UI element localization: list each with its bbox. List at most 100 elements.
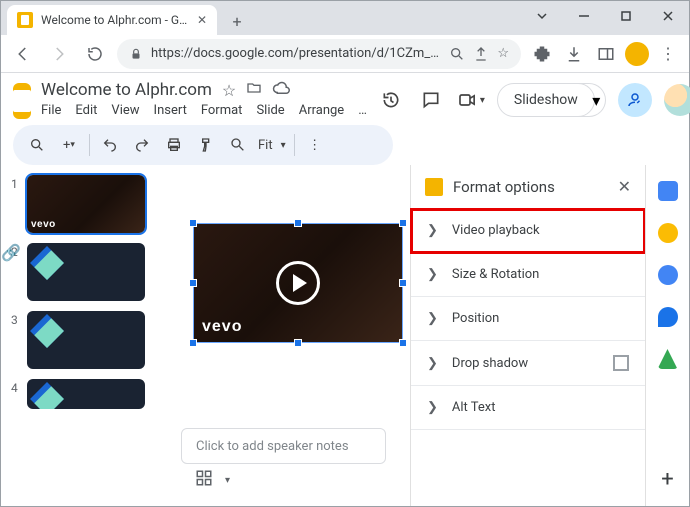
zoom-tool-icon[interactable] xyxy=(226,133,250,157)
grid-view-icon[interactable] xyxy=(195,469,213,491)
undo-icon[interactable] xyxy=(98,133,122,157)
resize-handle[interactable] xyxy=(399,219,407,227)
reload-button[interactable] xyxy=(81,40,109,68)
zoom-level[interactable]: Fit xyxy=(258,138,273,153)
row-label: Video playback xyxy=(452,223,540,238)
menu-edit[interactable]: Edit xyxy=(75,103,97,118)
close-panel-icon[interactable]: ✕ xyxy=(618,177,631,196)
bottom-bar: ▾ xyxy=(181,464,398,496)
format-options-title: Format options xyxy=(453,178,555,196)
url-text: https://docs.google.com/presentation/d/1… xyxy=(151,46,441,61)
tasks-icon[interactable] xyxy=(658,265,678,285)
slide-thumb-2[interactable]: 2 xyxy=(11,243,145,301)
menu-more[interactable]: … xyxy=(358,103,367,118)
history-icon[interactable] xyxy=(377,86,405,114)
tab-title: Welcome to Alphr.com - Google xyxy=(41,13,189,27)
drop-shadow-checkbox[interactable] xyxy=(613,355,629,371)
doc-title[interactable]: Welcome to Alphr.com xyxy=(41,80,212,100)
paint-format-icon[interactable] xyxy=(194,133,218,157)
search-in-page-icon[interactable] xyxy=(449,46,465,62)
resize-handle[interactable] xyxy=(294,339,302,347)
row-label: Alt Text xyxy=(452,400,496,415)
side-panel-icon[interactable] xyxy=(593,41,619,67)
video-playback-row[interactable]: ❯ Video playback xyxy=(411,209,645,253)
share-page-icon[interactable] xyxy=(473,46,489,62)
contacts-icon[interactable] xyxy=(658,307,678,327)
add-addon-icon[interactable]: + xyxy=(661,467,673,506)
resize-handle[interactable] xyxy=(189,279,197,287)
alt-text-row[interactable]: ❯ Alt Text xyxy=(411,386,645,430)
drop-shadow-row[interactable]: ❯ Drop shadow xyxy=(411,341,645,386)
header-actions: ▾ Slideshow ▾ xyxy=(377,79,690,117)
comments-icon[interactable] xyxy=(417,86,445,114)
workspace: 🔗 1 vevo 2 3 4 vevo xyxy=(1,165,689,506)
chevron-right-icon: ❯ xyxy=(427,267,438,282)
cloud-status-icon[interactable] xyxy=(272,79,290,101)
new-slide-icon[interactable]: +▾ xyxy=(57,133,81,157)
speaker-notes[interactable]: Click to add speaker notes xyxy=(181,428,386,464)
slide-thumb-3[interactable]: 3 xyxy=(11,311,145,369)
slide-number: 1 xyxy=(11,175,21,191)
resize-handle[interactable] xyxy=(399,279,407,287)
slides-app-icon[interactable] xyxy=(13,83,31,119)
maximize-icon[interactable] xyxy=(609,2,643,30)
slide-thumb-1[interactable]: 1 vevo xyxy=(11,175,145,233)
size-rotation-row[interactable]: ❯ Size & Rotation xyxy=(411,253,645,297)
slide-canvas[interactable]: vevo Click to add speaker notes ▾ xyxy=(151,165,410,506)
resize-handle[interactable] xyxy=(294,219,302,227)
menu-format[interactable]: Format xyxy=(201,103,243,118)
url-input[interactable]: https://docs.google.com/presentation/d/1… xyxy=(117,39,521,69)
downloads-icon[interactable] xyxy=(561,41,587,67)
meet-icon[interactable]: ▾ xyxy=(457,86,485,114)
new-tab-button[interactable]: + xyxy=(223,7,251,35)
redo-icon[interactable] xyxy=(130,133,154,157)
chevron-right-icon: ❯ xyxy=(427,223,438,238)
kebab-menu-icon[interactable]: ⋮ xyxy=(655,41,681,67)
resize-handle[interactable] xyxy=(189,219,197,227)
slideshow-label: Slideshow xyxy=(514,92,578,108)
back-button[interactable] xyxy=(9,40,37,68)
move-icon[interactable] xyxy=(246,80,262,100)
calendar-icon[interactable] xyxy=(658,181,678,201)
print-icon[interactable] xyxy=(162,133,186,157)
format-options-panel: Format options ✕ ❯ Video playback ❯ Size… xyxy=(410,165,645,506)
slides-favicon-icon xyxy=(17,12,33,28)
menu-view[interactable]: View xyxy=(111,103,139,118)
format-options-header: Format options ✕ xyxy=(411,165,645,209)
bookmark-icon[interactable]: ☆ xyxy=(497,46,509,61)
resize-handle[interactable] xyxy=(189,339,197,347)
side-companion-bar: + xyxy=(645,165,689,506)
star-icon[interactable]: ☆ xyxy=(222,81,236,100)
browser-tab[interactable]: Welcome to Alphr.com - Google ✕ xyxy=(7,5,217,35)
video-frame: vevo xyxy=(193,223,403,343)
minimize-icon[interactable] xyxy=(567,2,601,30)
share-button[interactable] xyxy=(618,83,652,117)
filmstrip: 🔗 1 vevo 2 3 4 xyxy=(1,165,151,506)
menu-insert[interactable]: Insert xyxy=(154,103,187,118)
menu-file[interactable]: File xyxy=(41,103,61,118)
vevo-logo-icon: vevo xyxy=(31,219,56,230)
menu-bar: File Edit View Insert Format Slide Arran… xyxy=(41,103,367,118)
slideshow-dropdown[interactable]: ▾ xyxy=(578,83,606,117)
selected-video[interactable]: vevo xyxy=(193,223,403,343)
keep-icon[interactable] xyxy=(658,223,678,243)
editor-toolbar: +▾ Fit▾ ⋮ xyxy=(13,125,393,165)
vevo-logo-icon: vevo xyxy=(202,318,242,336)
search-menus-icon[interactable] xyxy=(25,133,49,157)
close-tab-icon[interactable]: ✕ xyxy=(197,13,207,27)
row-label: Position xyxy=(452,311,499,326)
menu-slide[interactable]: Slide xyxy=(256,103,284,118)
resize-handle[interactable] xyxy=(399,339,407,347)
browser-profile-avatar[interactable] xyxy=(625,42,649,66)
play-icon[interactable] xyxy=(276,261,320,305)
chevron-down-icon[interactable] xyxy=(525,2,559,30)
account-avatar[interactable] xyxy=(664,84,690,116)
position-row[interactable]: ❯ Position xyxy=(411,297,645,341)
extensions-icon[interactable] xyxy=(529,41,555,67)
more-tools-icon[interactable]: ⋮ xyxy=(303,133,327,157)
menu-arrange[interactable]: Arrange xyxy=(299,103,344,118)
close-icon[interactable] xyxy=(651,2,685,30)
maps-icon[interactable] xyxy=(658,349,678,369)
forward-button[interactable] xyxy=(45,40,73,68)
slide-thumb-4[interactable]: 4 xyxy=(11,379,145,409)
